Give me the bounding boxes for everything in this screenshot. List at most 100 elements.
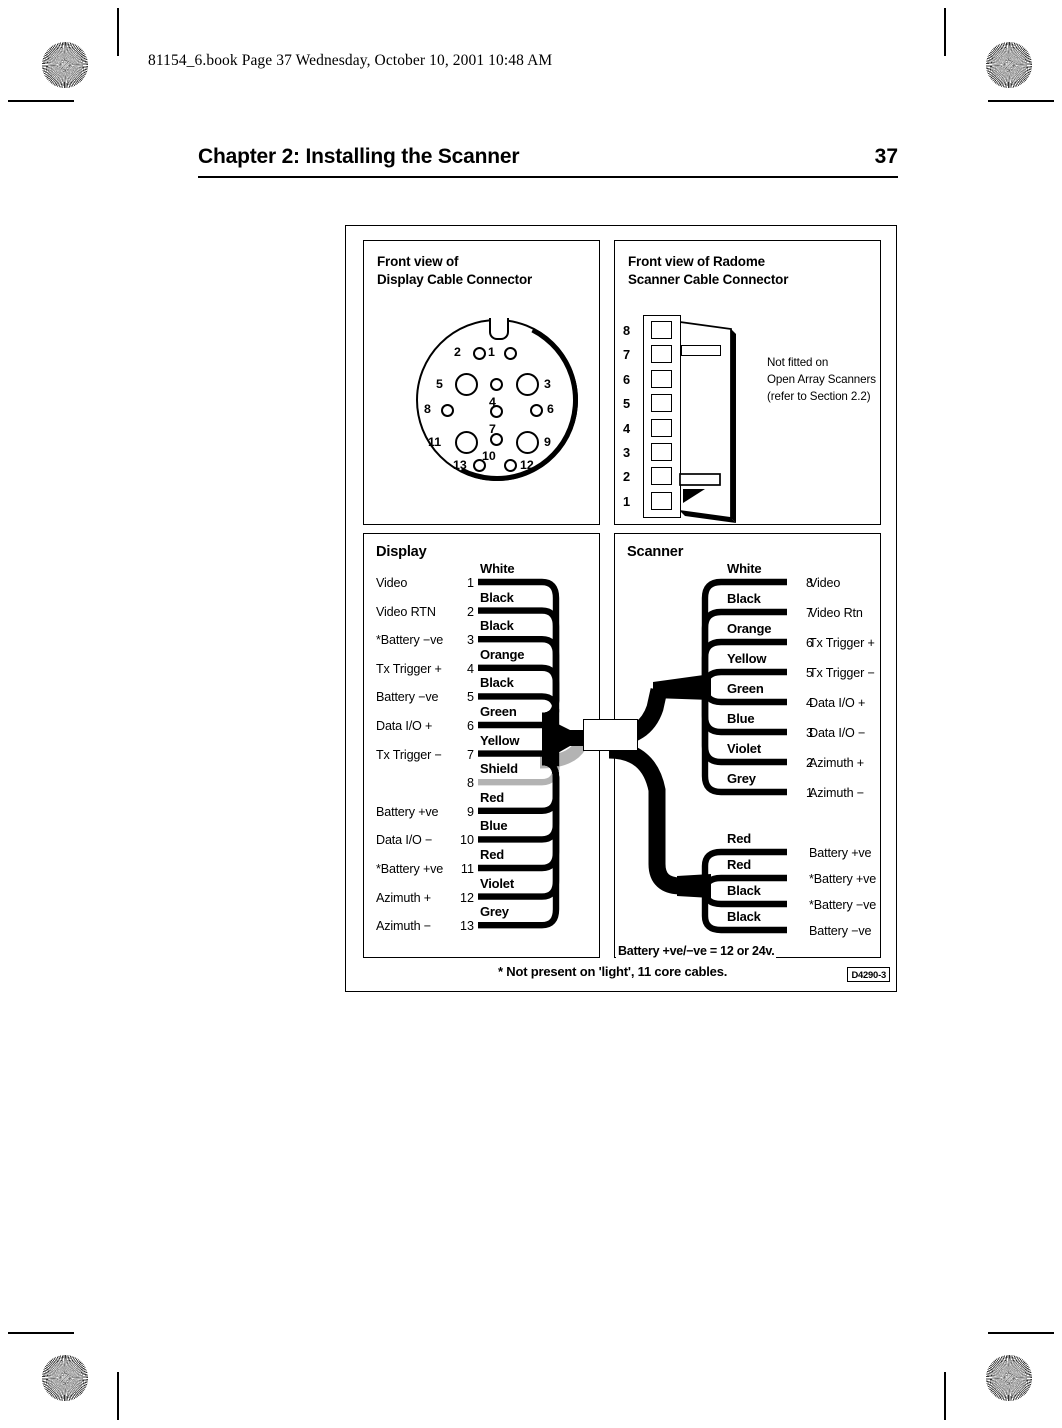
- scanner-wire-colour-label: Violet: [727, 741, 761, 756]
- connector-pin-label-11: 11: [428, 435, 442, 449]
- radome-pin-label-2: 2: [623, 469, 631, 485]
- display-function-label: Azimuth +: [376, 890, 431, 905]
- connector-pin-label-12: 12: [520, 458, 534, 472]
- connector-pin-label-13: 13: [453, 458, 467, 472]
- crosshair-mark-lower-left: [38, 1297, 72, 1331]
- display-wire-colour-label: Grey: [480, 904, 509, 920]
- crosshair-mark-top-right-inner: [926, 38, 960, 72]
- connector-keyway: [489, 318, 509, 340]
- scanner-trunk-lower: [608, 741, 707, 895]
- crosshair-mark-mid-left: [42, 708, 76, 742]
- panel-radome-scanner-connector: Front view of Radome Scanner Cable Conne…: [614, 240, 881, 525]
- crosshair-mark-mid-right: [988, 708, 1022, 742]
- display-function-label: Data I/O −: [376, 833, 433, 848]
- connector-pin-10: [490, 433, 503, 446]
- connector-pin-13: [473, 459, 486, 472]
- connector-pin-6: [530, 404, 543, 417]
- display-wire-colour-label: Black: [480, 618, 514, 634]
- scanner-wire-colour-label: Orange: [727, 621, 772, 636]
- page-number: 37: [874, 145, 898, 168]
- display-wire-colour-label: Red: [480, 789, 504, 805]
- radome-pin-label-3: 3: [623, 445, 631, 460]
- radome-pin-label-5: 5: [623, 396, 631, 412]
- scanner-power-colour-label: Red: [727, 857, 751, 872]
- display-function-label: Video RTN: [376, 604, 436, 619]
- display-wire-colour-label: Black: [480, 675, 514, 691]
- radome-pin-slot-2: [651, 467, 672, 486]
- radome-pin-label-7: 7: [623, 347, 631, 363]
- header-rule: [198, 176, 898, 179]
- scanner-wire-colour-label: Blue: [727, 711, 755, 726]
- scanner-wire-colour-label: Grey: [727, 771, 756, 786]
- connector-pin-8: [441, 404, 454, 417]
- radome-pin-label-6: 6: [623, 371, 631, 387]
- connector-shell: [416, 319, 578, 481]
- display-function-label: Azimuth −: [376, 919, 431, 934]
- crosshair-mark-bottom-left-inner: [98, 1358, 132, 1392]
- scanner-function-label: Video: [809, 576, 841, 590]
- scanner-power-function-label: Battery +ve: [809, 846, 872, 860]
- connector-pin-label-9: 9: [544, 435, 551, 449]
- connector-pin-9: [516, 431, 539, 454]
- rosette-mark-top-right: [986, 42, 1032, 88]
- crosshair-mark-top-left-inner: [98, 38, 132, 72]
- radome-pin-label-4: 4: [623, 420, 631, 436]
- radome-connector-face: 8 7 6 5 4 3 2 1: [623, 315, 751, 523]
- connector-pin-3: [516, 373, 539, 396]
- radome-fitment-note: Not fitted on Open Array Scanners (refer…: [767, 356, 876, 403]
- connector-pin-label-3: 3: [544, 377, 551, 391]
- scanner-power-function-label: *Battery +ve: [809, 872, 877, 886]
- radome-pin-slot-3: [651, 443, 672, 461]
- radome-pin-slot-5: [651, 394, 672, 413]
- scanner-function-label: Video Rtn: [809, 606, 863, 620]
- display-wire-colour-label: Red: [480, 847, 504, 862]
- connector-pin-5: [455, 373, 478, 396]
- scanner-power-function-label: Battery −ve: [809, 924, 872, 938]
- scanner-power-colour-label: Black: [727, 909, 761, 924]
- scanner-function-label: Data I/O +: [809, 696, 866, 710]
- display-pin-number: 6: [466, 719, 474, 733]
- book-info-line: 81154_6.book Page 37 Wednesday, October …: [148, 52, 553, 69]
- trim-line-upper-right-h: [988, 100, 1054, 102]
- display-wire-colour-label: Violet: [480, 875, 514, 891]
- display-wire-colour-label: Blue: [480, 818, 508, 834]
- display-pin-number: 12: [459, 890, 474, 905]
- rosette-mark-bottom-left: [42, 1355, 88, 1401]
- trim-line-lower-left-h: [8, 1332, 74, 1334]
- radome-pin-slot-6: [651, 369, 672, 388]
- display-pin-number: 5: [466, 690, 474, 705]
- radome-pin-label-1: 1: [623, 493, 631, 509]
- display-pin-number: 13: [459, 919, 474, 934]
- panel-scanner-wiring: Scanner White 8 Video Black 7 Video Rtn Orange…: [608, 533, 881, 958]
- scanner-power-hub: [677, 874, 711, 898]
- trim-line-bottom-right-v: [944, 1372, 946, 1420]
- trim-line-lower-right-h: [988, 1332, 1054, 1334]
- radome-connector-title: Front view of Radome Scanner Cable Conne…: [628, 254, 789, 287]
- crosshair-mark-bottom-right-inner: [926, 1358, 960, 1392]
- display-pin-number: 8: [466, 776, 474, 791]
- scanner-function-label: Azimuth −: [809, 786, 864, 800]
- connector-pin-1: [504, 347, 517, 360]
- radome-pin-slot-4: [651, 418, 672, 437]
- scanner-function-label: Data I/O −: [809, 726, 866, 740]
- panel-display-cable-connector: Front view of Display Cable Connector 12…: [363, 240, 600, 525]
- display-pin-number: 11: [460, 862, 474, 876]
- connector-pin-12: [504, 459, 517, 472]
- display-pin-number: 2: [466, 604, 474, 619]
- display-pin-number: 1: [466, 576, 474, 590]
- radome-latch-lower: [679, 473, 721, 503]
- scanner-function-label: Azimuth +: [809, 756, 864, 770]
- display-wire-colour-label: Yellow: [480, 732, 520, 748]
- rosette-mark-top-left: [42, 42, 88, 88]
- battery-voltage-note: Battery +ve/−ve = 12 or 24v.: [616, 944, 777, 958]
- display-function-label: *Battery −ve: [376, 633, 444, 648]
- connector-pin-4: [490, 378, 503, 391]
- display-function-label: Battery −ve: [376, 690, 439, 705]
- connector-pin-11: [455, 431, 478, 454]
- scanner-wire-colour-label: Yellow: [727, 651, 767, 666]
- display-wire-colour-label: White: [480, 561, 515, 576]
- cable-junction-connector: [583, 719, 638, 751]
- scanner-wire-colour-label: Black: [727, 591, 761, 606]
- display-pin-number: 10: [459, 833, 474, 848]
- scanner-wire-colour-label: White: [727, 561, 762, 576]
